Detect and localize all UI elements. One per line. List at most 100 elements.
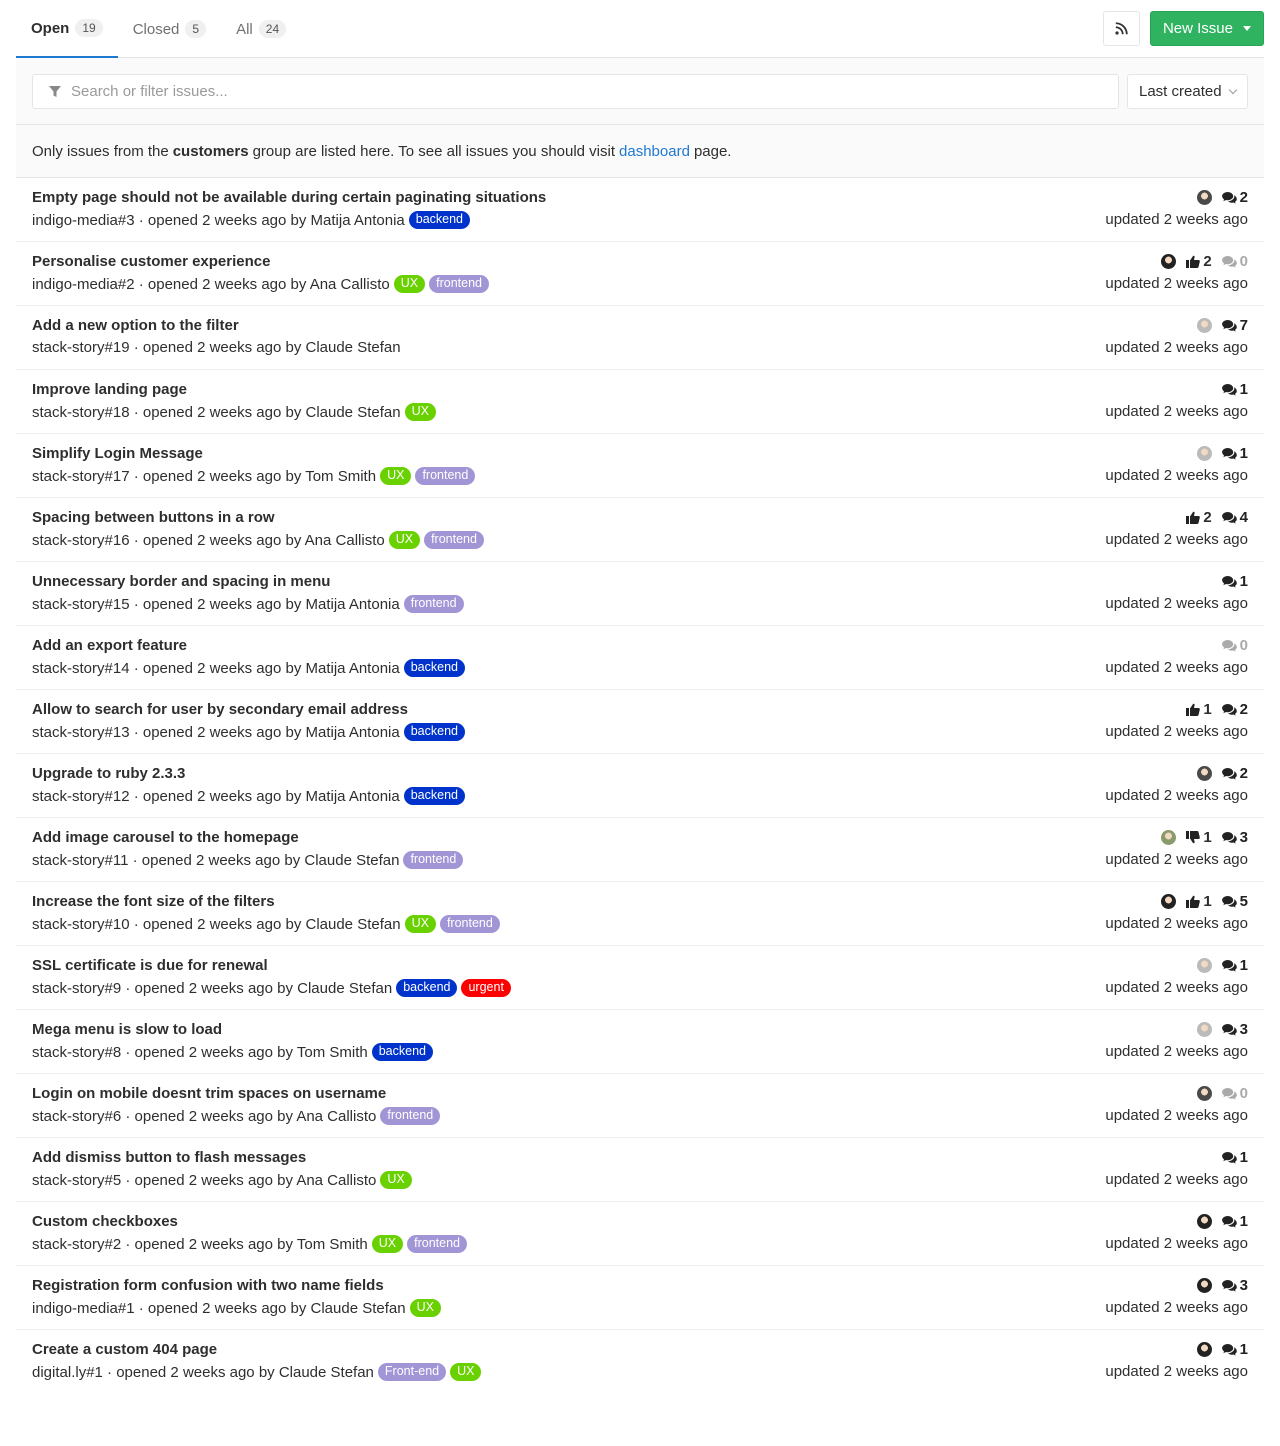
comments[interactable]: 1 [1221, 573, 1248, 590]
comments[interactable]: 0 [1221, 637, 1248, 654]
issue-label[interactable]: UX [409, 1299, 441, 1317]
issue-label[interactable]: frontend [380, 1107, 441, 1125]
issue-title[interactable]: Simplify Login Message [32, 445, 203, 462]
issue-title[interactable]: SSL certificate is due for renewal [32, 957, 268, 974]
tab-open[interactable]: Open 19 [16, 0, 118, 58]
issue-row[interactable]: Add image carousel to the homepage stack… [16, 818, 1264, 882]
issue-label[interactable]: frontend [407, 1235, 467, 1253]
issue-title[interactable]: Improve landing page [32, 381, 187, 398]
issue-label[interactable]: frontend [403, 851, 464, 869]
issue-row[interactable]: Login on mobile doesnt trim spaces on us… [16, 1074, 1264, 1138]
issue-label[interactable]: UX [380, 467, 412, 485]
issue-row[interactable]: Simplify Login Message stack-story#17 · … [16, 434, 1264, 498]
comments[interactable]: 0 [1221, 1085, 1248, 1102]
issue-label[interactable]: frontend [439, 915, 500, 933]
assignee-avatar[interactable] [1196, 446, 1212, 461]
issue-row[interactable]: Mega menu is slow to load stack-story#8 … [16, 1010, 1264, 1074]
assignee-avatar[interactable] [1196, 190, 1212, 205]
issue-label[interactable]: UX [393, 275, 426, 293]
issue-label[interactable]: backend [403, 787, 465, 805]
issue-row[interactable]: Allow to search for user by secondary em… [16, 690, 1264, 754]
issue-title[interactable]: Increase the font size of the filters [32, 893, 275, 910]
issue-label[interactable]: UX [450, 1363, 482, 1381]
issue-title[interactable]: Add dismiss button to flash messages [32, 1149, 306, 1166]
assignee-avatar[interactable] [1196, 1086, 1212, 1101]
search-box[interactable] [32, 74, 1119, 109]
comments[interactable]: 2 [1221, 189, 1248, 206]
issue-label[interactable]: frontend [403, 595, 464, 613]
comments[interactable]: 1 [1221, 381, 1248, 398]
issue-title[interactable]: Registration form confusion with two nam… [32, 1277, 384, 1294]
comments[interactable]: 2 [1221, 701, 1248, 718]
issue-row[interactable]: Create a custom 404 page digital.ly#1 · … [16, 1330, 1264, 1394]
issue-label[interactable]: UX [404, 403, 436, 421]
issue-label[interactable]: UX [380, 1171, 412, 1189]
issue-row[interactable]: Registration form confusion with two nam… [16, 1266, 1264, 1330]
issue-label[interactable]: Front-end [377, 1363, 447, 1381]
comments[interactable]: 3 [1221, 1021, 1248, 1038]
assignee-avatar[interactable] [1161, 254, 1177, 269]
issue-title[interactable]: Allow to search for user by secondary em… [32, 701, 408, 718]
issue-row[interactable]: Spacing between buttons in a row stack-s… [16, 498, 1264, 562]
comments[interactable]: 1 [1221, 445, 1248, 462]
comments[interactable]: 1 [1221, 1149, 1248, 1166]
issue-label[interactable]: frontend [429, 275, 489, 293]
issue-label[interactable]: backend [403, 659, 465, 677]
issue-row[interactable]: Unnecessary border and spacing in menu s… [16, 562, 1264, 626]
comments[interactable]: 1 [1221, 1341, 1248, 1358]
issue-row[interactable]: Custom checkboxes stack-story#2 · opened… [16, 1202, 1264, 1266]
tab-closed[interactable]: Closed 5 [118, 0, 221, 58]
issue-label[interactable]: backend [396, 979, 458, 997]
assignee-avatar[interactable] [1196, 1278, 1212, 1293]
comments[interactable]: 3 [1221, 1277, 1248, 1294]
issue-title[interactable]: Personalise customer experience [32, 253, 270, 270]
assignee-avatar[interactable] [1161, 830, 1177, 845]
assignee-avatar[interactable] [1196, 958, 1212, 973]
assignee-avatar[interactable] [1161, 894, 1177, 909]
issue-title[interactable]: Add a new option to the filter [32, 317, 239, 334]
issue-label[interactable]: urgent [461, 979, 511, 997]
search-input[interactable] [71, 83, 871, 100]
comments[interactable]: 7 [1221, 317, 1248, 334]
issue-row[interactable]: Add dismiss button to flash messages sta… [16, 1138, 1264, 1202]
issue-title[interactable]: Add an export feature [32, 637, 187, 654]
issue-title[interactable]: Upgrade to ruby 2.3.3 [32, 765, 185, 782]
issue-label[interactable]: UX [371, 1235, 404, 1253]
issue-row[interactable]: Upgrade to ruby 2.3.3 stack-story#12 · o… [16, 754, 1264, 818]
issue-label[interactable]: backend [371, 1043, 433, 1061]
issue-title[interactable]: Login on mobile doesnt trim spaces on us… [32, 1085, 386, 1102]
comments[interactable]: 3 [1221, 829, 1248, 846]
assignee-avatar[interactable] [1196, 766, 1212, 781]
assignee-avatar[interactable] [1196, 1342, 1212, 1357]
issue-row[interactable]: Increase the font size of the filters st… [16, 882, 1264, 946]
comments[interactable]: 2 [1221, 765, 1248, 782]
issue-row[interactable]: SSL certificate is due for renewal stack… [16, 946, 1264, 1010]
rss-feed-button[interactable] [1102, 11, 1140, 46]
issue-title[interactable]: Unnecessary border and spacing in menu [32, 573, 330, 590]
issue-label[interactable]: backend [408, 211, 471, 229]
issue-row[interactable]: Add a new option to the filter stack-sto… [16, 306, 1264, 370]
assignee-avatar[interactable] [1196, 318, 1212, 333]
issue-row[interactable]: Add an export feature stack-story#14 · o… [16, 626, 1264, 690]
assignee-avatar[interactable] [1196, 1214, 1212, 1229]
comments[interactable]: 1 [1221, 1213, 1248, 1230]
issue-label[interactable]: UX [404, 915, 436, 933]
issue-label[interactable]: frontend [424, 531, 484, 549]
issue-title[interactable]: Spacing between buttons in a row [32, 509, 275, 526]
comments[interactable]: 1 [1221, 957, 1248, 974]
assignee-avatar[interactable] [1196, 1022, 1212, 1037]
new-issue-button[interactable]: New Issue [1149, 11, 1264, 46]
issue-row[interactable]: Personalise customer experience indigo-m… [16, 242, 1264, 306]
issue-row[interactable]: Empty page should not be available durin… [16, 178, 1264, 242]
issue-title[interactable]: Add image carousel to the homepage [32, 829, 299, 846]
issue-title[interactable]: Empty page should not be available durin… [32, 189, 546, 206]
comments[interactable]: 5 [1221, 893, 1248, 910]
dashboard-link[interactable]: dashboard [619, 143, 690, 160]
tab-all[interactable]: All 24 [221, 0, 301, 58]
issue-label[interactable]: frontend [415, 467, 476, 485]
comments[interactable]: 4 [1221, 509, 1248, 526]
comments[interactable]: 0 [1221, 253, 1248, 270]
issue-label[interactable]: UX [388, 531, 421, 549]
issue-label[interactable]: backend [403, 723, 465, 741]
issue-title[interactable]: Mega menu is slow to load [32, 1021, 222, 1038]
